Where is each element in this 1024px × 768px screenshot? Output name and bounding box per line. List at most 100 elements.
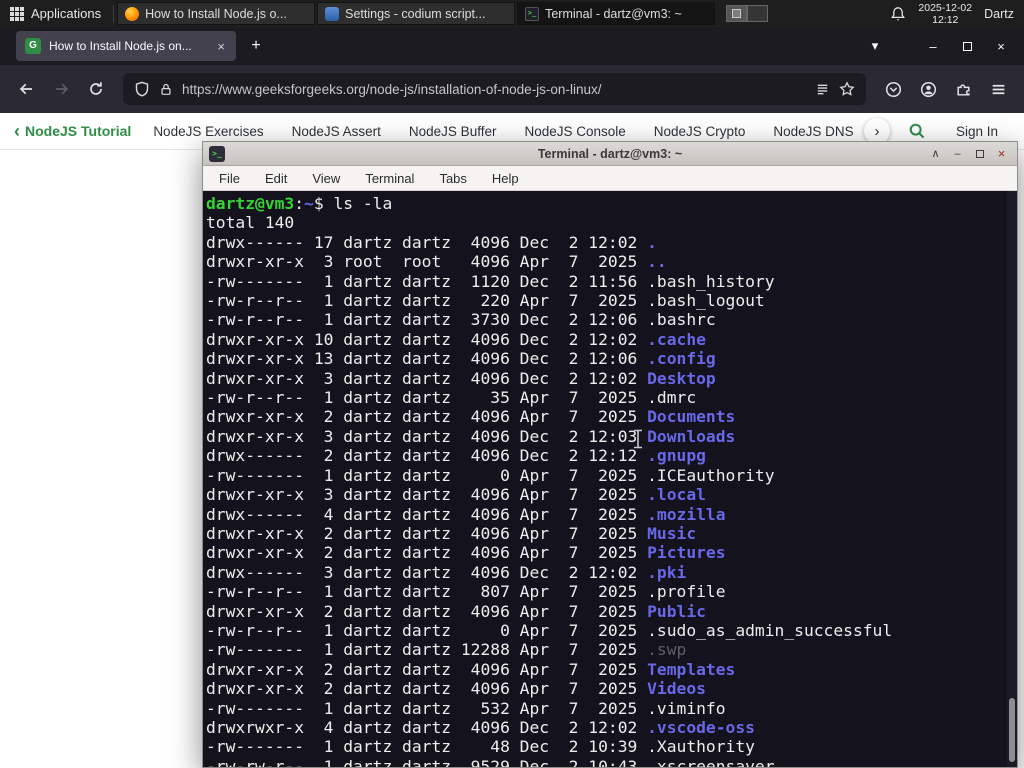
close-button[interactable]: ×: [984, 31, 1018, 61]
forward-button[interactable]: [45, 73, 77, 105]
reader-mode-icon[interactable]: [815, 82, 830, 97]
file-name: .swp: [647, 640, 687, 660]
file-name: Downloads: [647, 426, 736, 446]
taskbar-window-terminal[interactable]: >_ Terminal - dartz@vm3: ~: [517, 2, 716, 25]
terminal-menu-file[interactable]: File: [219, 171, 240, 186]
search-icon[interactable]: [908, 122, 926, 140]
back-button[interactable]: [10, 73, 42, 105]
terminal-menu-help[interactable]: Help: [492, 171, 519, 186]
file-name: .ICEauthority: [647, 465, 775, 485]
workspace-switcher[interactable]: [726, 5, 769, 22]
site-nav-item[interactable]: NodeJS DNS: [773, 124, 853, 139]
file-name: .local: [647, 485, 706, 505]
prompt-symbol: $: [313, 194, 324, 213]
tab-close-icon[interactable]: ×: [215, 39, 227, 54]
workspace-1[interactable]: [726, 5, 748, 22]
new-tab-button[interactable]: +: [242, 32, 270, 60]
taskbar-separator: [113, 4, 115, 23]
terminal-scrollbar[interactable]: [1007, 191, 1017, 767]
site-nav-item[interactable]: NodeJS Crypto: [654, 124, 746, 139]
terminal-close-button[interactable]: ×: [992, 145, 1011, 163]
terminal-shade-button[interactable]: ∧: [926, 145, 945, 163]
firefox-icon: [125, 6, 140, 21]
file-meta: drwxr-xr-x 2 dartz dartz 4096 Apr 7 2025: [206, 679, 648, 699]
site-nav-item[interactable]: NodeJS Exercises: [153, 124, 263, 139]
taskbar-window-settings[interactable]: Settings - codium script...: [317, 2, 516, 25]
file-meta: -rw------- 1 dartz dartz 0 Apr 7 2025: [206, 465, 648, 485]
terminal-minimize-button[interactable]: –: [948, 145, 967, 163]
terminal-window-controls: ∧ – ×: [926, 145, 1011, 163]
maximize-button[interactable]: [950, 31, 984, 61]
pocket-icon[interactable]: [877, 73, 909, 105]
notifications-bell-icon[interactable]: [890, 6, 906, 22]
maximize-icon: [962, 41, 972, 51]
terminal-line: drwxr-xr-x 2 dartz dartz 4096 Apr 7 2025…: [206, 407, 1017, 426]
back-arrow-icon: [19, 83, 32, 95]
taskbar-clock[interactable]: 2025-12-02 12:12: [918, 2, 972, 26]
terminal-app-icon: >_: [209, 145, 225, 162]
prompt-path: ~: [304, 194, 314, 213]
file-meta: drwxr-xr-x 10 dartz dartz 4096 Dec 2 12:…: [206, 329, 648, 349]
file-name: .cache: [647, 329, 706, 349]
account-icon[interactable]: [912, 73, 944, 105]
terminal-line: -rw------- 1 dartz dartz 0 Apr 7 2025 .I…: [206, 466, 1017, 485]
terminal-line: -rw------- 1 dartz dartz 12288 Apr 7 202…: [206, 640, 1017, 659]
terminal-maximize-button[interactable]: [970, 145, 989, 163]
taskbar-windows: How to Install Node.js o... Settings - co…: [116, 0, 716, 27]
terminal-body[interactable]: dartz@vm3:~$ ls -la total 140 drwx------…: [203, 191, 1017, 767]
browser-toolbar: https://www.geeksforgeeks.org/node-js/in…: [0, 65, 1024, 113]
terminal-line: drwxr-xr-x 2 dartz dartz 4096 Apr 7 2025…: [206, 524, 1017, 543]
tracking-shield-icon[interactable]: [134, 81, 150, 97]
list-all-tabs-icon[interactable]: ▾: [858, 31, 892, 61]
file-name: .profile: [647, 582, 726, 602]
file-name: .xscreensaver: [647, 756, 775, 767]
url-text[interactable]: https://www.geeksforgeeks.org/node-js/in…: [182, 82, 806, 97]
file-meta: -rw-r--r-- 1 dartz dartz 807 Apr 7 2025: [206, 582, 648, 602]
terminal-menu-terminal[interactable]: Terminal: [365, 171, 414, 186]
terminal-titlebar[interactable]: >_ Terminal - dartz@vm3: ~ ∧ – ×: [203, 142, 1017, 166]
bookmark-star-icon[interactable]: [839, 81, 855, 97]
site-nav-back-label: NodeJS Tutorial: [25, 123, 132, 139]
terminal-menu-tabs[interactable]: Tabs: [439, 171, 466, 186]
file-name: Desktop: [647, 368, 716, 388]
mouse-ibeam-cursor: [634, 429, 642, 449]
terminal-line: -rw------- 1 dartz dartz 1120 Dec 2 11:5…: [206, 272, 1017, 291]
browser-titlebar: G How to Install Node.js on... × + ▾ – ×: [0, 27, 1024, 65]
site-nav-item[interactable]: NodeJS Assert: [292, 124, 381, 139]
taskbar-window-title: Terminal - dartz@vm3: ~: [545, 6, 682, 21]
browser-tab[interactable]: G How to Install Node.js on... ×: [16, 31, 236, 61]
terminal-menu-edit[interactable]: Edit: [265, 171, 287, 186]
terminal-line: drwxr-xr-x 2 dartz dartz 4096 Apr 7 2025…: [206, 543, 1017, 562]
user-menu[interactable]: Dartz: [984, 7, 1014, 21]
terminal-scrollbar-thumb[interactable]: [1009, 698, 1015, 762]
lock-icon[interactable]: [159, 82, 173, 97]
file-name: .bashrc: [647, 310, 716, 330]
minimize-button[interactable]: –: [916, 31, 950, 61]
file-meta: -rw------- 1 dartz dartz 1120 Dec 2 11:5…: [206, 271, 648, 291]
terminal-window[interactable]: >_ Terminal - dartz@vm3: ~ ∧ – × File Edi…: [202, 141, 1018, 768]
file-name: .Xauthority: [647, 737, 755, 757]
prompt-user-host: dartz@vm3: [206, 194, 295, 213]
terminal-line: -rw-r--r-- 1 dartz dartz 0 Apr 7 2025 .s…: [206, 621, 1017, 640]
file-name: .bash_logout: [647, 291, 765, 311]
browser-window-controls: ▾ – ×: [858, 31, 1018, 61]
applications-menu-button[interactable]: Applications: [0, 0, 111, 27]
terminal-menu-view[interactable]: View: [312, 171, 340, 186]
terminal-line: drwx------ 4 dartz dartz 4096 Apr 7 2025…: [206, 505, 1017, 524]
url-bar[interactable]: https://www.geeksforgeeks.org/node-js/in…: [123, 73, 866, 105]
site-nav-back-link[interactable]: ‹ NodeJS Tutorial: [14, 122, 132, 140]
file-meta: drwx------ 2 dartz dartz 4096 Dec 2 12:1…: [206, 446, 648, 466]
file-meta: -rw------- 1 dartz dartz 48 Dec 2 10:39: [206, 737, 648, 757]
menu-hamburger-icon[interactable]: [982, 73, 1014, 105]
taskbar-window-firefox[interactable]: How to Install Node.js o...: [117, 2, 316, 25]
site-nav-item[interactable]: NodeJS Buffer: [409, 124, 497, 139]
file-name: .gnupg: [647, 446, 706, 466]
site-nav-item[interactable]: NodeJS Console: [524, 124, 625, 139]
file-name: .viminfo: [647, 698, 726, 718]
file-meta: drwxr-xr-x 3 dartz dartz 4096 Apr 7 2025: [206, 485, 648, 505]
workspace-2[interactable]: [747, 5, 769, 22]
file-meta: -rw-r--r-- 1 dartz dartz 35 Apr 7 2025: [206, 388, 648, 408]
extensions-puzzle-icon[interactable]: [947, 73, 979, 105]
reload-button[interactable]: [80, 73, 112, 105]
file-meta: drwxr-xr-x 2 dartz dartz 4096 Apr 7 2025: [206, 659, 648, 679]
